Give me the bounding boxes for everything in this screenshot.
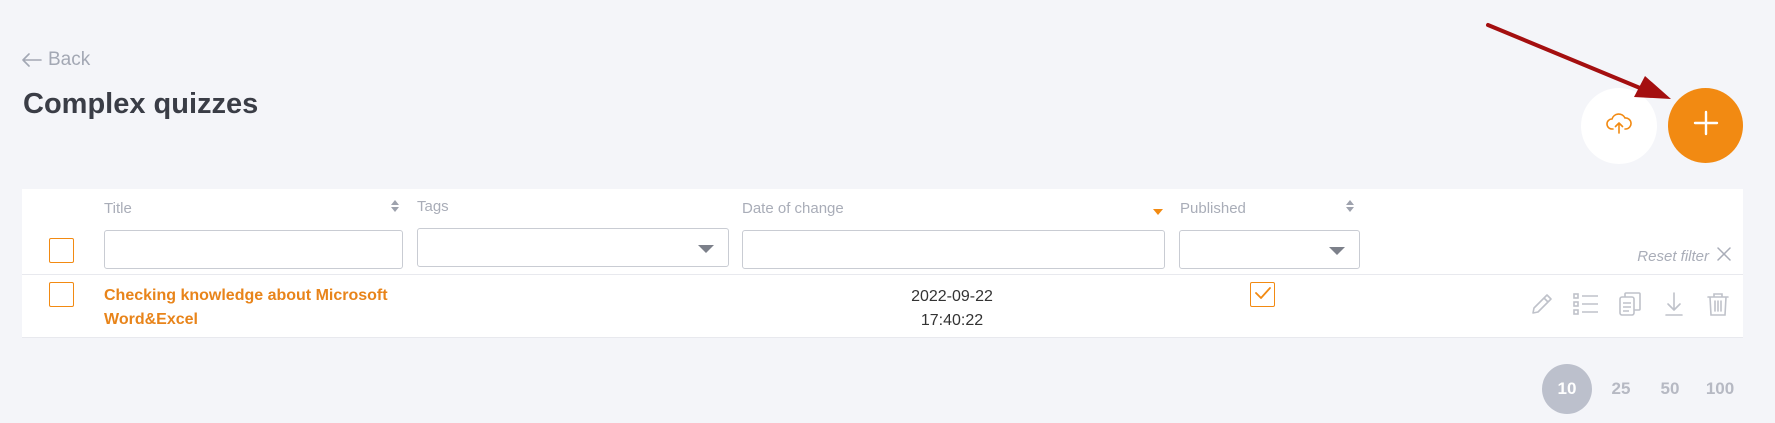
row-select-checkbox[interactable] [49, 282, 74, 307]
plus-icon [1693, 110, 1719, 141]
copy-icon[interactable] [1615, 289, 1645, 319]
published-checkbox[interactable] [1250, 282, 1275, 307]
page-size-50[interactable]: 50 [1654, 364, 1686, 414]
quizzes-table: Title Tags Date of change Published Rese… [22, 189, 1743, 338]
tags-filter-select[interactable] [417, 228, 729, 267]
row-divider [22, 337, 1743, 338]
back-link[interactable]: Back [22, 49, 90, 71]
back-label: Back [48, 49, 91, 70]
cloud-upload-icon [1606, 112, 1632, 140]
close-icon [1717, 247, 1731, 265]
quiz-title-link[interactable]: Checking knowledge about Microsoft Word&… [104, 284, 404, 332]
time-value: 17:40:22 [920, 312, 984, 329]
date-of-change: 2022-09-22 17:40:22 [892, 285, 1012, 333]
sort-descending-icon[interactable] [1152, 203, 1164, 221]
sort-icon[interactable] [390, 199, 400, 218]
select-all-checkbox[interactable] [49, 238, 74, 263]
sort-icon[interactable] [1345, 199, 1355, 218]
chevron-down-icon [1329, 247, 1345, 255]
published-filter-select[interactable] [1179, 230, 1360, 269]
arrow-left-icon [22, 53, 42, 67]
upload-button[interactable] [1581, 88, 1657, 164]
edit-icon[interactable] [1527, 289, 1557, 319]
page-size-10[interactable]: 10 [1542, 364, 1592, 414]
title-filter-input[interactable] [104, 230, 403, 269]
column-header-title[interactable]: Title [104, 200, 132, 217]
column-header-date-of-change[interactable]: Date of change [742, 200, 844, 217]
page-size-100[interactable]: 100 [1700, 364, 1740, 414]
date-value: 2022-09-22 [911, 288, 993, 305]
page-title: Complex quizzes [23, 88, 259, 120]
add-quiz-button[interactable] [1668, 88, 1743, 163]
date-filter-input[interactable] [742, 230, 1165, 269]
download-icon[interactable] [1659, 289, 1689, 319]
trash-icon[interactable] [1703, 289, 1733, 319]
reset-filter-label: Reset filter [1637, 247, 1709, 265]
chevron-down-icon [698, 245, 714, 253]
column-header-published[interactable]: Published [1180, 200, 1246, 217]
page-size-25[interactable]: 25 [1605, 364, 1637, 414]
list-icon[interactable] [1571, 289, 1601, 319]
reset-filter-button[interactable]: Reset filter [1637, 247, 1731, 265]
column-header-tags: Tags [417, 198, 449, 215]
header-divider [22, 274, 1743, 275]
checkmark-icon [1254, 286, 1271, 304]
